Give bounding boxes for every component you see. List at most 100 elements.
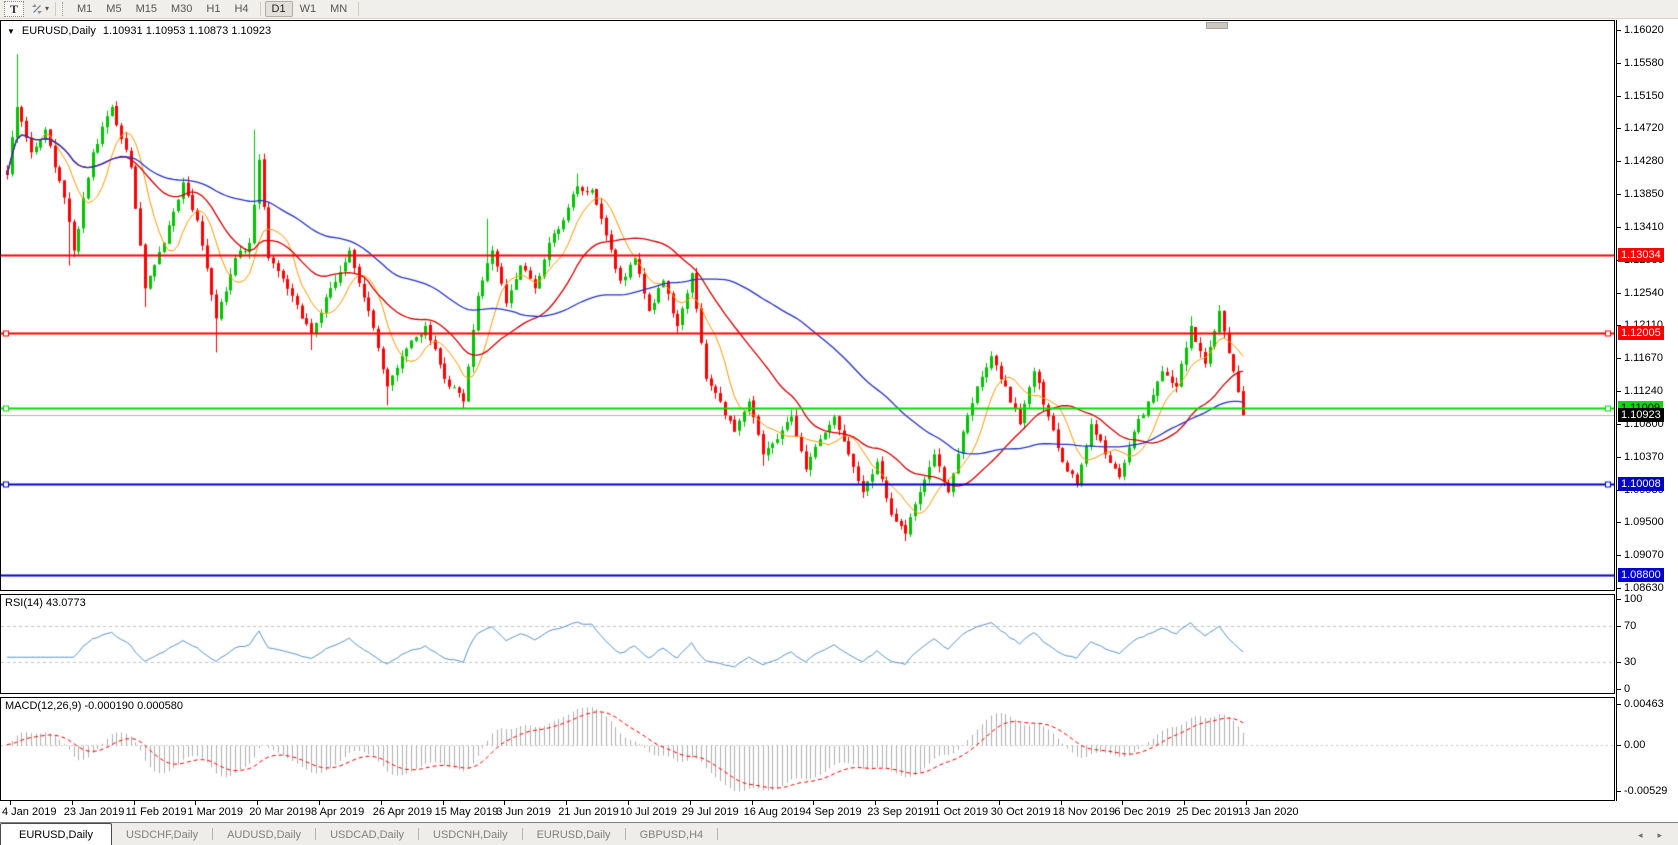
timeframe-button-h1[interactable]: H1 xyxy=(199,1,227,17)
drawing-tools-button[interactable]: ▾ xyxy=(28,1,51,17)
date-tick xyxy=(1122,801,1123,805)
toolbar-separator xyxy=(55,2,56,16)
chart-scrollbar-thumb[interactable] xyxy=(1206,22,1228,29)
timeframe-button-m30[interactable]: M30 xyxy=(164,1,199,17)
date-tick xyxy=(566,801,567,805)
macd-scale-label: -0.00529 xyxy=(1624,785,1667,797)
date-tick xyxy=(10,801,11,805)
price-tick xyxy=(1617,689,1621,690)
date-tick xyxy=(1061,801,1062,805)
date-tick xyxy=(752,801,753,805)
timeframe-button-d1[interactable]: D1 xyxy=(265,1,293,17)
price-line-label[interactable]: 1.12005 xyxy=(1618,326,1664,340)
macd-scale-label: 0.00463 xyxy=(1624,698,1664,710)
macd-panel[interactable]: MACD(12,26,9) -0.000190 0.000580 xyxy=(0,697,1615,801)
price-tick xyxy=(1617,128,1621,129)
price-axis[interactable]: 1.160201.155801.151501.147201.142801.138… xyxy=(1616,20,1678,801)
price-tick xyxy=(1617,599,1621,600)
rsi-scale-label: 30 xyxy=(1624,656,1636,668)
date-label: 11 Feb 2019 xyxy=(126,806,187,818)
chart-tab-bar: EURUSD,DailyUSDCHF,DailyAUDUSD,DailyUSDC… xyxy=(0,822,1678,845)
date-label: 13 Jan 2020 xyxy=(1238,806,1299,818)
timeframe-button-m15[interactable]: M15 xyxy=(129,1,164,17)
date-tick xyxy=(257,801,258,805)
bid-price-label: 1.10923 xyxy=(1618,408,1664,422)
price-tick-label: 1.15150 xyxy=(1624,90,1664,102)
rsi-scale-label: 70 xyxy=(1624,620,1636,632)
price-tick xyxy=(1617,626,1621,627)
rsi-scale-label: 100 xyxy=(1624,593,1642,605)
macd-label: MACD(12,26,9) -0.000190 0.000580 xyxy=(5,700,183,712)
tab-eurusd-daily[interactable]: EURUSD,Daily xyxy=(523,825,625,845)
tab-eurusd-daily[interactable]: EURUSD,Daily xyxy=(0,823,112,845)
toolbar-separator xyxy=(358,2,359,16)
price-tick xyxy=(1617,662,1621,663)
price-tick xyxy=(1617,30,1621,31)
price-tick xyxy=(1617,227,1621,228)
price-tick xyxy=(1617,358,1621,359)
macd-canvas[interactable] xyxy=(1,698,1614,800)
date-label: 8 Apr 2019 xyxy=(311,806,364,818)
date-label: 1 Mar 2019 xyxy=(187,806,243,818)
price-line-label[interactable]: 1.13034 xyxy=(1618,248,1664,262)
text-tool-button[interactable]: T xyxy=(4,1,24,17)
timeframe-button-m1[interactable]: M1 xyxy=(70,1,99,17)
price-tick xyxy=(1617,63,1621,64)
date-label: 23 Jan 2019 xyxy=(64,806,125,818)
timeframe-button-w1[interactable]: W1 xyxy=(293,1,324,17)
tab-gbpusd-h4[interactable]: GBPUSD,H4 xyxy=(626,825,718,845)
trading-app: T ▾ M1M5M15M30H1H4 D1W1MN ▼ EURUSD,Daily … xyxy=(0,0,1678,845)
price-tick-label: 1.11240 xyxy=(1624,385,1663,397)
price-tick xyxy=(1617,424,1621,425)
price-tick-label: 1.14720 xyxy=(1624,122,1664,134)
price-tick-label: 1.13850 xyxy=(1624,188,1664,200)
price-tick-label: 1.16020 xyxy=(1624,24,1664,36)
price-tick-label: 1.11670 xyxy=(1624,352,1663,364)
timeframe-button-mn[interactable]: MN xyxy=(323,1,354,17)
timeframe-button-group: M1M5M15M30H1H4 D1W1MN xyxy=(70,0,363,19)
date-tick xyxy=(813,801,814,805)
date-label: 23 Sep 2019 xyxy=(867,806,929,818)
date-tick xyxy=(381,801,382,805)
date-label: 15 May 2019 xyxy=(435,806,499,818)
price-tick xyxy=(1617,161,1621,162)
date-tick xyxy=(875,801,876,805)
tab-usdchf-daily[interactable]: USDCHF,Daily xyxy=(112,825,212,845)
price-tick xyxy=(1617,791,1621,792)
price-tick-label: 1.12540 xyxy=(1624,287,1664,299)
main-chart-panel[interactable]: ▼ EURUSD,Daily 1.10931 1.10953 1.10873 1… xyxy=(0,20,1615,591)
price-tick-label: 1.09070 xyxy=(1624,549,1664,561)
top-toolbar: T ▾ M1M5M15M30H1H4 D1W1MN xyxy=(0,0,1678,19)
date-tick xyxy=(319,801,320,805)
price-chart-canvas[interactable] xyxy=(1,21,1614,590)
toolbar-grip[interactable] xyxy=(62,2,66,16)
timeframe-button-m5[interactable]: M5 xyxy=(99,1,128,17)
date-tick xyxy=(628,801,629,805)
date-label: 20 Mar 2019 xyxy=(249,806,311,818)
price-tick xyxy=(1617,194,1621,195)
tab-audusd-daily[interactable]: AUDUSD,Daily xyxy=(213,825,315,845)
price-tick xyxy=(1617,522,1621,523)
date-label: 11 Oct 2019 xyxy=(929,806,988,818)
date-tick xyxy=(504,801,505,805)
price-line-label[interactable]: 1.08800 xyxy=(1618,568,1664,582)
date-tick xyxy=(443,801,444,805)
tab-scroll-left-button[interactable]: ◂ xyxy=(1638,830,1643,841)
date-label: 3 Jun 2019 xyxy=(496,806,550,818)
price-line-label[interactable]: 1.10008 xyxy=(1618,477,1664,491)
price-tick xyxy=(1617,745,1621,746)
date-label: 10 Jul 2019 xyxy=(620,806,677,818)
date-label: 16 Aug 2019 xyxy=(744,806,806,818)
tab-scroll-right-button[interactable]: ▸ xyxy=(1657,830,1662,841)
tab-usdcad-daily[interactable]: USDCAD,Daily xyxy=(316,825,418,845)
date-tick xyxy=(690,801,691,805)
rsi-panel[interactable]: RSI(14) 43.0773 xyxy=(0,594,1615,694)
tab-usdcnh-daily[interactable]: USDCNH,Daily xyxy=(419,825,522,845)
time-axis[interactable]: 4 Jan 201923 Jan 201911 Feb 20191 Mar 20… xyxy=(0,801,1616,822)
date-tick xyxy=(937,801,938,805)
timeframe-button-h4[interactable]: H4 xyxy=(227,1,255,17)
rsi-canvas[interactable] xyxy=(1,595,1614,693)
chart-dropdown-icon[interactable]: ▼ xyxy=(7,27,15,36)
date-tick xyxy=(1246,801,1247,805)
chart-title: ▼ EURUSD,Daily 1.10931 1.10953 1.10873 1… xyxy=(7,25,271,37)
